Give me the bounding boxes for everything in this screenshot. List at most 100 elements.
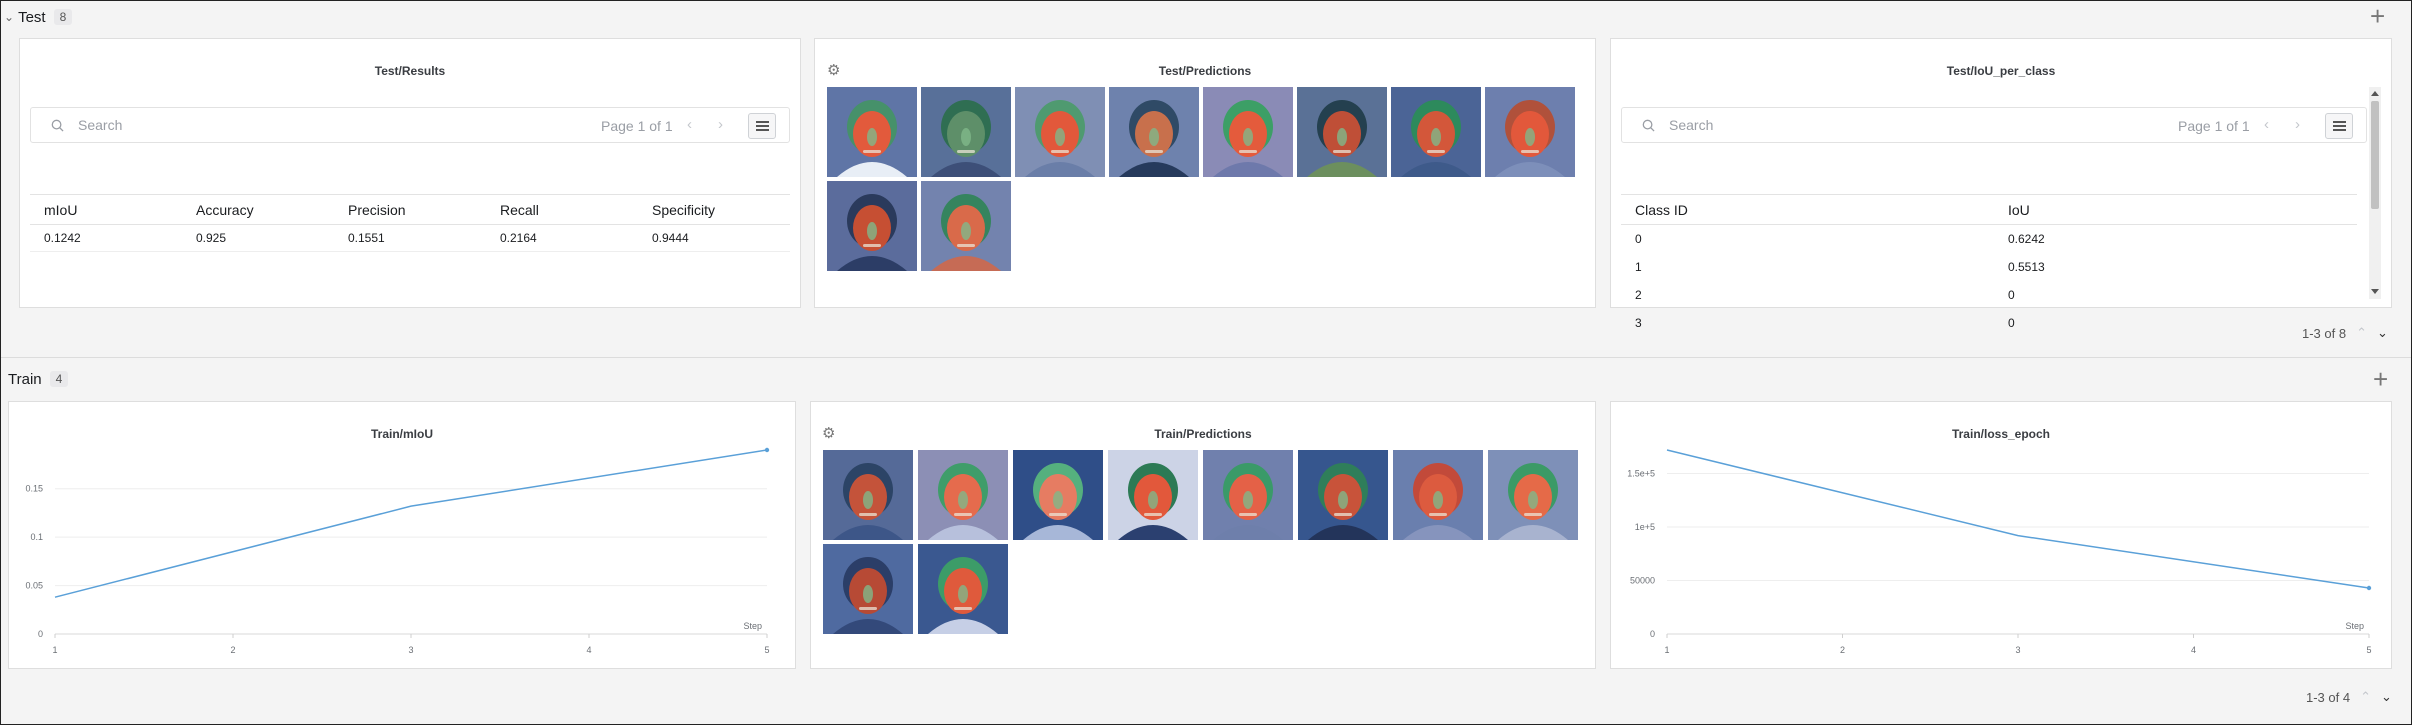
column-list-button[interactable] <box>748 113 776 139</box>
scroll-down-arrow-icon[interactable] <box>2371 289 2379 294</box>
prediction-image[interactable] <box>823 450 913 540</box>
prediction-image[interactable] <box>1298 450 1388 540</box>
collapse-chevron-icon[interactable]: ⌄ <box>4 10 14 24</box>
y-tick-label: 0.05 <box>25 581 43 591</box>
search-icon <box>1642 119 1655 132</box>
iou-header-row: Class ID IoU <box>1621 194 2357 225</box>
y-tick-label: 0 <box>38 629 43 639</box>
test-section-title: Test <box>18 8 46 26</box>
test-results-panel: Test/Results Page 1 of 1 ‹ › mIoU Accura… <box>19 38 801 308</box>
pager-down-chevron-icon[interactable]: ⌄ <box>2377 325 2388 341</box>
scrollbar-thumb[interactable] <box>2371 101 2379 209</box>
prediction-image[interactable] <box>827 181 917 271</box>
table-row: 20 <box>1621 281 2357 309</box>
train-section-header[interactable]: Train 4 <box>0 362 69 396</box>
table-row: 0 0.6242 <box>1621 225 2357 254</box>
add-panel-plus-icon[interactable]: + <box>2373 366 2388 392</box>
prediction-image[interactable] <box>1485 87 1575 177</box>
prediction-image[interactable] <box>1013 450 1103 540</box>
table-row: 1 0.5513 <box>1621 253 2357 281</box>
scroll-up-arrow-icon[interactable] <box>2371 91 2379 96</box>
prev-page-chevron-icon[interactable]: ‹ <box>687 116 692 133</box>
pager-up-chevron-icon[interactable]: ⌃ <box>2360 689 2371 705</box>
column-list-button[interactable] <box>2325 113 2353 139</box>
column-header[interactable]: Recall <box>486 194 638 225</box>
train-miou-chart: 0 0.05 0.1 0.15 1 2 3 4 5 Step <box>25 447 770 655</box>
pager-range-label: 1-3 of 4 <box>2306 689 2351 705</box>
prediction-image[interactable] <box>1488 450 1578 540</box>
train-section-count: 4 <box>49 371 69 387</box>
prediction-image[interactable] <box>921 87 1011 177</box>
table-cell: 0.6242 <box>2008 232 2045 246</box>
panel-title: Train/Predictions <box>1154 427 1252 441</box>
panel-title: Test/Results <box>374 64 446 78</box>
y-tick-label: 0 <box>1650 629 1655 639</box>
data-point <box>764 447 770 453</box>
next-page-chevron-icon[interactable]: › <box>718 116 723 133</box>
x-tick-label: 5 <box>764 645 769 655</box>
section-divider <box>0 357 2412 358</box>
column-header[interactable]: IoU <box>1994 194 2357 225</box>
results-search-bar <box>30 107 790 143</box>
test-section-header[interactable]: ⌄ Test 8 <box>0 0 73 34</box>
table-row: 30 <box>1621 309 2357 337</box>
prediction-image[interactable] <box>921 181 1011 271</box>
x-tick-label: 3 <box>2015 645 2020 655</box>
prediction-image[interactable] <box>1203 87 1293 177</box>
y-tick-label: 1e+5 <box>1635 522 1655 532</box>
table-cell: 0.9444 <box>638 224 790 252</box>
prediction-image[interactable] <box>1108 450 1198 540</box>
train-loss-chart: 0 50000 1e+5 1.5e+5 1 2 3 4 5 Step <box>1627 449 2372 655</box>
pager-up-chevron-icon[interactable]: ⌃ <box>2356 325 2367 341</box>
prediction-image[interactable] <box>918 450 1008 540</box>
train-loss-panel: Train/loss_epoch 0 50000 1e+5 1.5e+5 1 2 3 4 5 St… <box>1610 401 2392 669</box>
iou-search-input[interactable] <box>1667 116 2091 134</box>
y-tick-label: 0.1 <box>30 532 43 542</box>
x-tick-label: 2 <box>1840 645 1845 655</box>
iou-scrollbar[interactable] <box>2369 87 2381 299</box>
prediction-image[interactable] <box>827 87 917 177</box>
column-header[interactable]: Precision <box>334 194 486 225</box>
pager-down-chevron-icon[interactable]: ⌄ <box>2381 689 2392 705</box>
add-panel-plus-icon[interactable]: + <box>2370 3 2385 29</box>
results-search-input[interactable] <box>76 116 500 134</box>
prediction-image[interactable] <box>1015 87 1105 177</box>
prev-page-chevron-icon[interactable]: ‹ <box>2264 116 2269 133</box>
test-panel-pager: 1-3 of 8 ⌃ ⌄ <box>2302 325 2388 341</box>
prediction-image[interactable] <box>823 544 913 634</box>
x-tick-label: 4 <box>586 645 591 655</box>
table-cell: 0.925 <box>182 224 334 252</box>
table-cell: 0.1242 <box>30 224 182 252</box>
x-tick-label: 3 <box>408 645 413 655</box>
table-cell: 3 <box>1635 316 1642 330</box>
column-header[interactable]: Accuracy <box>182 194 334 225</box>
column-header[interactable]: Specificity <box>638 194 790 225</box>
prediction-image[interactable] <box>1109 87 1199 177</box>
train-panel-pager: 1-3 of 4 ⌃ ⌄ <box>2306 689 2392 705</box>
table-cell: 1 <box>1635 260 1642 274</box>
table-cell: 0.1551 <box>334 224 486 252</box>
y-tick-label: 50000 <box>1630 576 1655 586</box>
x-axis-label: Step <box>2345 621 2364 631</box>
x-tick-label: 1 <box>52 645 57 655</box>
test-iou-panel: Test/IoU_per_class Page 1 of 1 ‹ › Class… <box>1610 38 2392 330</box>
prediction-image[interactable] <box>1391 87 1481 177</box>
prediction-image[interactable] <box>1297 87 1387 177</box>
prediction-image[interactable] <box>918 544 1008 634</box>
x-tick-label: 5 <box>2366 645 2371 655</box>
panel-title: Test/IoU_per_class <box>1946 64 2056 78</box>
data-point <box>2366 585 2372 591</box>
search-icon <box>51 119 64 132</box>
y-tick-label: 1.5e+5 <box>1627 469 1655 479</box>
table-cell: 0 <box>1635 232 1642 246</box>
x-axis-label: Step <box>743 621 762 631</box>
column-header[interactable]: Class ID <box>1621 194 1994 225</box>
iou-table: Class ID IoU 0 0.6242 1 0.5513 20 30 <box>1621 194 2357 337</box>
next-page-chevron-icon[interactable]: › <box>2295 116 2300 133</box>
pager-range-label: 1-3 of 8 <box>2302 325 2347 341</box>
prediction-image[interactable] <box>1203 450 1293 540</box>
column-header[interactable]: mIoU <box>30 194 182 225</box>
table-cell: 2 <box>1635 288 1642 302</box>
series-line <box>1666 449 2370 589</box>
prediction-image[interactable] <box>1393 450 1483 540</box>
